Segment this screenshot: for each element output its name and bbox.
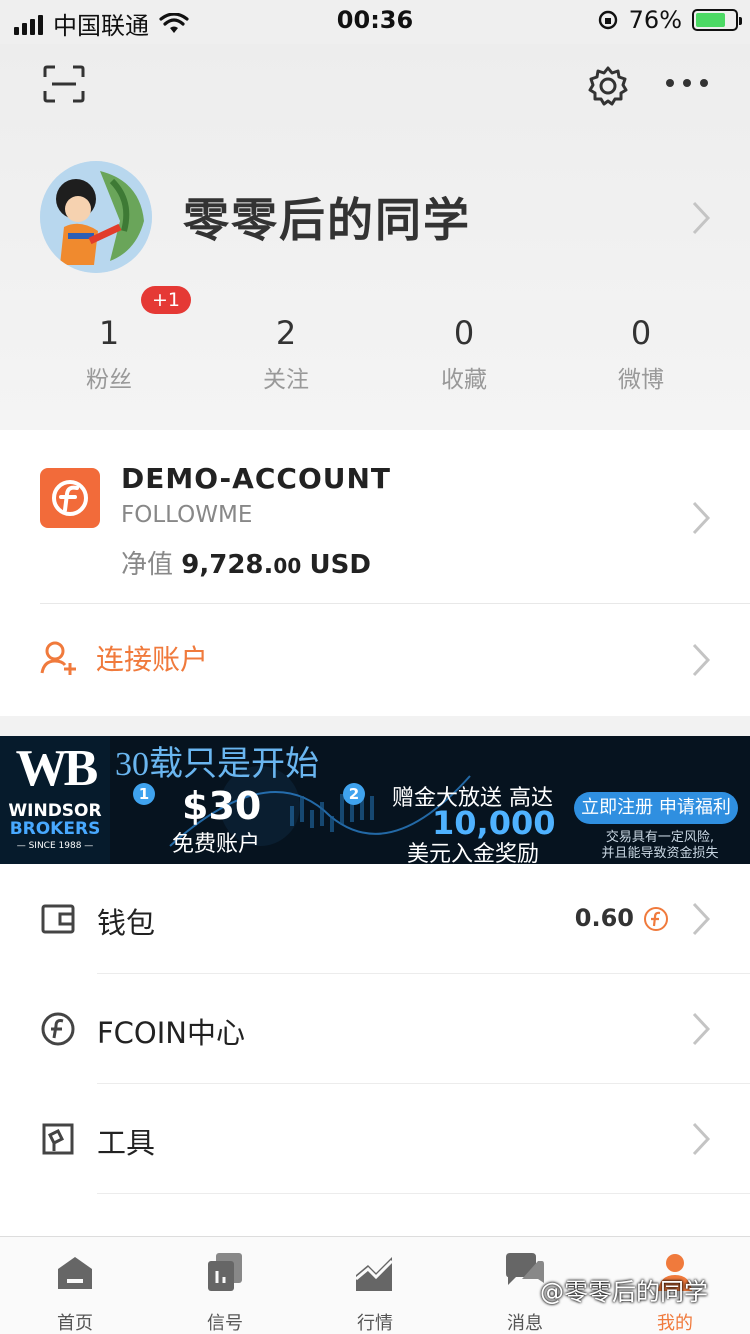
divider [97,1193,750,1194]
following-count: 2 [275,314,297,352]
tab-profile-label: 我的 [657,1313,693,1334]
step-two-badge: 2 [343,783,365,805]
divider [40,603,750,604]
windsor-brokers-ad-banner[interactable]: WB WINDSOR BROKERS — SINCE 1988 — 30载只是开… [0,736,750,864]
wallet-icon [41,904,75,934]
tab-messages-label: 消息 [507,1313,543,1334]
menu-item-wallet[interactable]: 钱包 0.60 [0,864,750,974]
banner-amount-caption: 免费账户 [172,832,261,857]
tab-market-label: 行情 [357,1313,393,1334]
account-broker: FOLLOWME [121,502,253,528]
menu-item-tools[interactable]: 工具 [0,1084,750,1194]
banner-gift-caption: 美元入金奖励 [407,842,540,864]
following-label: 关注 [263,367,309,393]
stat-favorites[interactable]: 0 收藏 [384,312,544,394]
stat-weibo[interactable]: 0 微博 [561,312,721,394]
followers-label: 粉丝 [86,367,132,393]
equity-currency: USD [309,550,371,580]
tab-market[interactable]: 行情 [300,1237,450,1334]
banner-risk-warning: 交易具有一定风险, 并且能导致资金损失 [590,830,730,862]
more-options-icon[interactable] [664,72,710,94]
chevron-right-icon[interactable] [690,642,712,678]
stat-following[interactable]: 2 关注 [206,312,366,394]
battery-icon [692,9,742,31]
fcoin-coin-icon [644,907,668,931]
wallet-balance: 0.60 [574,904,634,932]
brand-since: — SINCE 1988 — [16,841,94,851]
risk-line1: 交易具有一定风险, [605,830,715,845]
connect-account-button[interactable]: 连接账户 [40,638,208,678]
profile-stats: 1 粉丝 +1 2 关注 0 收藏 0 微博 [0,286,750,402]
home-icon [58,1257,92,1289]
brand-line1: WINDSOR [8,801,102,821]
status-bar: 中国联通 00:36 76% [0,0,750,44]
chevron-right-icon[interactable] [690,200,712,236]
tab-home-label: 首页 [57,1313,93,1334]
username[interactable]: 零零后的同学 [183,184,471,250]
banner-headline: 30载只是开始 [115,746,319,783]
connect-account-label: 连接账户 [96,643,209,676]
chevron-right-icon[interactable] [690,901,712,937]
add-user-icon [40,641,76,675]
settings-gear-icon[interactable] [586,64,630,108]
scan-icon[interactable] [42,64,86,104]
chevron-right-icon[interactable] [690,1011,712,1047]
tab-signal[interactable]: 信号 [150,1237,300,1334]
rotation-lock-icon [598,10,617,30]
risk-line2: 并且能导致资金损失 [601,846,719,861]
new-followers-badge: +1 [141,286,192,314]
equity-label: 净值 [121,550,174,580]
favorites-label: 收藏 [441,367,487,393]
brand-initials: WB [15,740,99,797]
banner-register-button[interactable]: 立即注册 申请福利 [574,792,738,824]
windsor-brokers-logo: WB WINDSOR BROKERS — SINCE 1988 — [0,736,110,864]
step-one-badge: 1 [133,783,155,805]
equity-integer: 9,728. [181,550,274,580]
account-name[interactable]: DEMO-ACCOUNT [121,462,391,495]
account-equity: 净值 9,728.00 USD [121,544,371,581]
menu-item-fcoin-center[interactable]: FCOIN中心 [0,974,750,1084]
banner-amount: $30 [182,784,262,828]
weibo-watermark: @零零后的同学 [540,1278,708,1306]
tools-label: 工具 [97,1126,156,1160]
weibo-count: 0 [630,314,652,352]
followers-count: 1 [98,314,120,352]
avatar[interactable] [40,161,152,273]
fcoin-icon [41,1012,75,1046]
fcoin-center-label: FCOIN中心 [97,1016,246,1050]
equity-decimal: 00 [273,554,302,578]
signal-icon [208,1253,242,1291]
chevron-right-icon[interactable] [690,1121,712,1157]
market-icon [355,1257,394,1291]
tab-home[interactable]: 首页 [0,1237,150,1334]
menu-list: 钱包 0.60 FCOIN中心 工具 [0,864,750,1244]
chevron-right-icon[interactable] [690,500,712,536]
brand-line2: BROKERS [9,819,101,839]
profile-header: 零零后的同学 1 粉丝 +1 2 关注 0 收藏 0 微博 [0,44,750,430]
followme-logo-icon [40,468,100,528]
account-card: DEMO-ACCOUNT FOLLOWME 净值 9,728.00 USD 连接… [0,430,750,716]
tools-icon [42,1123,74,1155]
tab-signal-label: 信号 [207,1313,243,1334]
stat-followers[interactable]: 1 粉丝 +1 [29,286,192,394]
weibo-label: 微博 [618,367,664,393]
battery-percent: 76% [628,6,682,34]
wallet-label: 钱包 [97,906,156,940]
favorites-count: 0 [453,314,475,352]
